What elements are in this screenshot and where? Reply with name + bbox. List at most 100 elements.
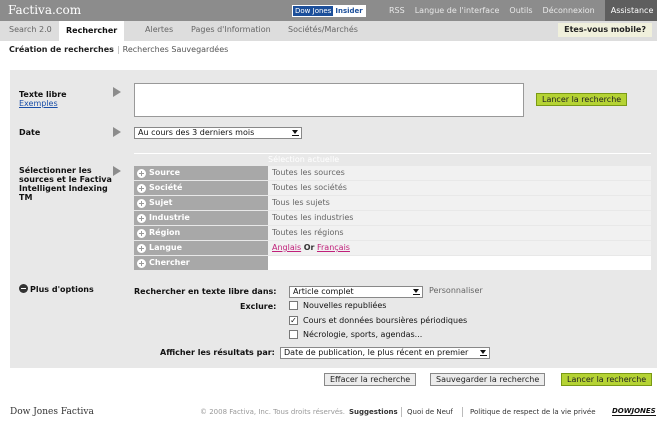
chevron-down-icon — [413, 289, 420, 295]
tab-alertes[interactable]: Alertes — [145, 25, 173, 34]
date-select-value: Au cours des 3 derniers mois — [138, 128, 255, 137]
examples-link[interactable]: Exemples — [19, 99, 67, 108]
launch-search-button-bottom[interactable]: Lancer la recherche — [561, 373, 653, 386]
plus-icon — [137, 243, 146, 253]
search-in-label: Rechercher en texte libre dans: — [134, 287, 277, 296]
date-arrow-icon — [113, 127, 121, 137]
sort-order-value: Date de publication, le plus récent en p… — [284, 348, 469, 357]
display-results-label: Afficher les résultats par: — [160, 348, 275, 357]
plus-icon — [137, 213, 146, 223]
freetext-label-text: Texte libre — [19, 90, 67, 99]
copyright-text: © 2008 Factiva, Inc. Tous droits réservé… — [200, 408, 346, 416]
tab-search-2[interactable]: Search 2.0 — [9, 25, 52, 34]
row-label: Chercher — [149, 258, 190, 267]
row-label: Sujet — [149, 198, 173, 207]
source-value: Toutes les sources — [268, 166, 651, 180]
subject-value: Tous les sujets — [268, 196, 651, 210]
freetext-label: Texte libre Exemples — [19, 90, 67, 108]
plus-icon — [137, 198, 146, 208]
source-expander[interactable]: Source — [134, 166, 268, 180]
tools-link[interactable]: Outils — [509, 6, 532, 15]
industry-value: Toutes les industries — [268, 211, 651, 225]
factiva-logo[interactable]: Factiva.com — [8, 3, 81, 17]
search-expander[interactable]: Chercher — [134, 256, 268, 270]
row-label: Industrie — [149, 213, 190, 222]
language-value: Anglais Or Français — [268, 241, 651, 255]
row-label: Région — [149, 228, 181, 237]
exclude-obituaries[interactable]: Nécrologie, sports, agendas... — [289, 330, 422, 339]
current-selection-header: Sélection actuelle — [268, 155, 340, 164]
selection-row-source: Source Toutes les sources — [134, 166, 651, 181]
subnav-build-search[interactable]: Création de recherches — [9, 45, 114, 54]
subject-expander[interactable]: Sujet — [134, 196, 268, 210]
customize-link[interactable]: Personnaliser — [429, 286, 483, 295]
plus-icon — [137, 183, 146, 193]
footer-separator — [401, 407, 402, 417]
sub-nav: Création de recherches | Recherches Sauveg… — [9, 45, 229, 54]
badge-insider: Insider — [333, 6, 365, 16]
exclude-republished[interactable]: Nouvelles republiées — [289, 301, 386, 310]
exclude-republished-label: Nouvelles republiées — [303, 301, 387, 310]
exclude-label: Exclure: — [240, 302, 277, 311]
top-header: Factiva.com Dow Jones Insider RSS Langue… — [0, 0, 657, 21]
dow-jones-insider-badge[interactable]: Dow Jones Insider — [292, 5, 366, 17]
selection-grid: Source Toutes les sources Société Toutes… — [134, 166, 651, 271]
exclude-market-data[interactable]: ✓ Cours et données boursières périodiques — [289, 316, 467, 325]
main-nav: Search 2.0 Rechercher Alertes Pages d'In… — [0, 21, 657, 41]
language-expander[interactable]: Langue — [134, 241, 268, 255]
badge-dow-jones: Dow Jones — [293, 6, 334, 16]
exclude-market-data-label: Cours et données boursières périodiques — [303, 316, 468, 325]
checkbox-obituaries[interactable] — [289, 330, 298, 339]
whats-new-link[interactable]: Quoi de Neuf — [407, 408, 453, 416]
rss-link[interactable]: RSS — [389, 6, 405, 15]
help-link[interactable]: Assistance — [604, 0, 657, 21]
dow-jones-logo: DOWJONES — [612, 407, 656, 416]
logout-link[interactable]: Déconnexion — [543, 6, 595, 15]
sources-arrow-icon — [113, 166, 121, 176]
industry-expander[interactable]: Industrie — [134, 211, 268, 225]
company-expander[interactable]: Société — [134, 181, 268, 195]
language-english-link[interactable]: Anglais — [272, 243, 301, 252]
save-search-button[interactable]: Sauvegarder la recherche — [430, 373, 546, 386]
plus-icon — [137, 228, 146, 238]
plus-icon — [137, 258, 146, 268]
row-label: Société — [149, 183, 183, 192]
chevron-down-icon — [292, 130, 299, 136]
subnav-saved-searches[interactable]: Recherches Sauvegardées — [123, 45, 229, 54]
mobile-promo-link[interactable]: Etes-vous mobile? — [558, 23, 652, 37]
selection-row-chercher: Chercher — [134, 256, 651, 271]
freetext-input[interactable] — [134, 83, 524, 117]
language-french-link[interactable]: Français — [317, 243, 350, 252]
checkbox-market-data[interactable]: ✓ — [289, 316, 298, 325]
interface-language-link[interactable]: Langue de l'interface — [415, 6, 500, 15]
top-links: RSS Langue de l'interface Outils Déconne… — [389, 0, 657, 21]
freetext-arrow-icon — [113, 87, 121, 97]
more-options-toggle[interactable]: Plus d'options — [19, 284, 94, 294]
suggestions-link[interactable]: Suggestions — [349, 408, 398, 416]
exclude-obituaries-label: Nécrologie, sports, agendas... — [303, 330, 423, 339]
search-in-select[interactable]: Article complet — [289, 286, 423, 298]
checkbox-republished[interactable] — [289, 301, 298, 310]
tab-pages-information[interactable]: Pages d'Information — [191, 25, 271, 34]
more-options-label: Plus d'options — [30, 285, 94, 294]
date-select[interactable]: Au cours des 3 derniers mois — [134, 127, 302, 139]
selection-row-societe: Société Toutes les sociétés — [134, 181, 651, 196]
footer-brand: Dow Jones Factiva — [10, 407, 94, 417]
chevron-down-icon — [480, 350, 487, 356]
search-in-value: Article complet — [293, 287, 354, 296]
region-value: Toutes les régions — [268, 226, 651, 240]
selection-row-langue: Langue Anglais Or Français — [134, 241, 651, 256]
privacy-policy-link[interactable]: Politique de respect de la vie privée — [470, 408, 596, 416]
section-divider — [134, 153, 651, 154]
clear-search-button[interactable]: Effacer la recherche — [324, 373, 417, 386]
tab-rechercher[interactable]: Rechercher — [59, 21, 125, 41]
footer-separator — [462, 407, 463, 417]
plus-icon — [137, 168, 146, 178]
date-label: Date — [19, 128, 41, 137]
region-expander[interactable]: Région — [134, 226, 268, 240]
sort-order-select[interactable]: Date de publication, le plus récent en p… — [280, 347, 490, 359]
row-label: Langue — [149, 243, 183, 252]
tab-societes-marches[interactable]: Sociétés/Marchés — [288, 25, 358, 34]
launch-search-button-top[interactable]: Lancer la recherche — [536, 93, 628, 106]
selection-row-sujet: Sujet Tous les sujets — [134, 196, 651, 211]
